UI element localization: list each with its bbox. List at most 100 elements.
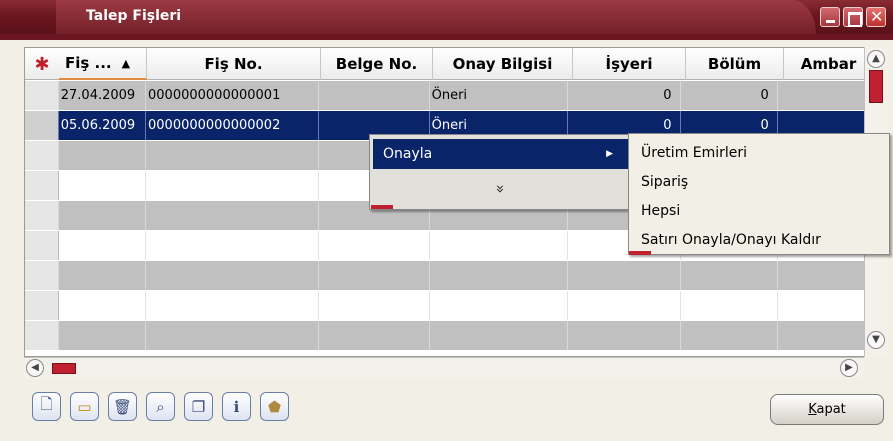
maximize-button[interactable] — [843, 7, 863, 27]
cell-empty[interactable] — [681, 261, 778, 290]
row-indicator[interactable] — [25, 321, 59, 350]
cell-isyeri[interactable]: 0 — [568, 81, 681, 110]
scroll-up-icon[interactable]: ▲ — [867, 50, 885, 68]
cell-date[interactable]: 27.04.2009 — [59, 81, 147, 110]
col-header-label: Fiş ... — [65, 54, 112, 72]
row-indicator[interactable] — [25, 171, 59, 200]
shield-icon[interactable]: ⬟ — [260, 392, 289, 421]
delete-trash-icon[interactable]: 🗑 — [108, 392, 137, 421]
sort-ascending-icon: ▲ — [121, 56, 131, 70]
col-header-onay-bilgisi[interactable]: Onay Bilgisi — [433, 48, 573, 80]
col-header-fis-no[interactable]: Fiş No. — [147, 48, 321, 80]
cell-empty[interactable] — [146, 291, 319, 320]
menu-expand-more-icon[interactable]: » — [373, 175, 629, 203]
info-icon[interactable]: ℹ — [222, 392, 251, 421]
row-indicator[interactable] — [25, 261, 59, 290]
menu-accent — [371, 205, 393, 209]
cell-empty[interactable] — [59, 321, 147, 350]
menu-item-uretim-emirleri[interactable]: Üretim Emirleri — [629, 139, 889, 168]
cell-empty[interactable] — [59, 291, 147, 320]
cell-date[interactable]: 05.06.2009 — [59, 111, 147, 140]
cell-empty[interactable] — [568, 321, 681, 350]
onayla-submenu: Üretim Emirleri Sipariş Hepsi Satırı Ona… — [628, 133, 890, 255]
menu-item-satiri-onayla[interactable]: Satırı Onayla/Onayı Kaldır — [629, 226, 889, 255]
column-chooser-icon[interactable]: ✱ — [25, 48, 59, 80]
menu-item-onayla[interactable]: Onayla ▶ — [373, 139, 629, 169]
close-icon: ✕ — [870, 7, 884, 26]
cell-empty[interactable] — [319, 261, 430, 290]
cell-empty[interactable] — [430, 291, 569, 320]
row-indicator[interactable] — [25, 81, 59, 110]
window-title: Talep Fişleri — [86, 8, 182, 24]
cell-fis-no[interactable]: 0000000000000002 — [146, 111, 319, 140]
cell-empty[interactable] — [681, 321, 778, 350]
kapat-button[interactable]: Kapat — [770, 394, 884, 425]
table-row[interactable]: 27.04.2009 0000000000000001 Öneri 0 0 — [25, 81, 865, 111]
table-row-empty[interactable] — [25, 291, 865, 321]
cell-empty[interactable] — [146, 231, 319, 260]
cell-empty[interactable] — [778, 321, 865, 350]
cell-empty[interactable] — [59, 201, 147, 230]
cell-empty[interactable] — [146, 261, 319, 290]
col-header-bolum[interactable]: Bölüm — [686, 48, 784, 80]
cell-empty[interactable] — [59, 171, 147, 200]
row-indicator[interactable] — [25, 291, 59, 320]
cell-empty[interactable] — [681, 291, 778, 320]
horizontal-scrollbar[interactable]: ◀ ▶ — [24, 357, 864, 379]
grid-header: ✱ Fiş ... ▲ Fiş No. Belge No. Onay Bilgi… — [25, 48, 865, 80]
cell-empty[interactable] — [568, 291, 681, 320]
close-window-button[interactable]: ✕ — [866, 7, 886, 27]
cell-empty[interactable] — [146, 141, 319, 170]
col-header-label: Ambar — [800, 55, 857, 73]
col-header-belge-no[interactable]: Belge No. — [321, 48, 433, 80]
scroll-down-icon[interactable]: ▼ — [867, 331, 885, 349]
menu-item-hepsi[interactable]: Hepsi — [629, 197, 889, 226]
col-header-fis-tarihi[interactable]: Fiş ... ▲ — [59, 48, 147, 80]
cell-belge-no[interactable] — [319, 81, 430, 110]
vertical-scroll-thumb[interactable] — [869, 70, 883, 103]
row-indicator[interactable] — [25, 231, 59, 260]
context-menu: Onayla ▶ » — [369, 134, 633, 210]
cell-empty[interactable] — [146, 201, 319, 230]
cell-empty[interactable] — [59, 141, 147, 170]
cell-empty[interactable] — [59, 261, 147, 290]
kapat-mnemonic: K — [808, 402, 817, 417]
row-indicator[interactable] — [25, 141, 59, 170]
cell-fis-no[interactable]: 0000000000000001 — [146, 81, 319, 110]
col-header-isyeri[interactable]: İşyeri — [573, 48, 686, 80]
cell-ambar[interactable] — [778, 81, 865, 110]
cell-empty[interactable] — [430, 261, 569, 290]
col-header-label: Fiş No. — [204, 55, 263, 73]
table-row-empty[interactable] — [25, 261, 865, 291]
menu-item-siparis[interactable]: Sipariş — [629, 168, 889, 197]
cell-empty[interactable] — [146, 321, 319, 350]
cell-onay[interactable]: Öneri — [430, 81, 569, 110]
scroll-right-icon[interactable]: ▶ — [840, 359, 858, 377]
minimize-button[interactable] — [820, 7, 840, 27]
kapat-label: apat — [816, 402, 846, 417]
cell-empty[interactable] — [59, 231, 147, 260]
cell-empty[interactable] — [778, 291, 865, 320]
cell-empty[interactable] — [319, 321, 430, 350]
bottom-toolbar: 🗋 ▭ 🗑 ⌕ ❐ ℹ ⬟ — [32, 392, 289, 424]
row-indicator[interactable] — [25, 111, 59, 140]
cell-empty[interactable] — [430, 321, 569, 350]
new-document-icon[interactable]: 🗋 — [32, 392, 61, 421]
scroll-left-icon[interactable]: ◀ — [26, 359, 44, 377]
menu-item-label: Onayla — [383, 146, 433, 162]
preview-search-icon[interactable]: ⌕ — [146, 392, 175, 421]
open-folder-icon[interactable]: ▭ — [70, 392, 99, 421]
table-row-empty[interactable] — [25, 321, 865, 351]
cell-empty[interactable] — [568, 261, 681, 290]
cell-empty[interactable] — [146, 171, 319, 200]
cell-empty[interactable] — [319, 291, 430, 320]
cell-empty[interactable] — [430, 231, 569, 260]
horizontal-scroll-thumb[interactable] — [52, 363, 76, 374]
row-indicator[interactable] — [25, 201, 59, 230]
cell-bolum[interactable]: 0 — [681, 81, 778, 110]
copy-icon[interactable]: ❐ — [184, 392, 213, 421]
col-header-label: Belge No. — [335, 55, 418, 73]
cell-empty[interactable] — [319, 231, 430, 260]
cell-empty[interactable] — [778, 261, 865, 290]
col-header-ambar[interactable]: Ambar — [784, 48, 865, 80]
